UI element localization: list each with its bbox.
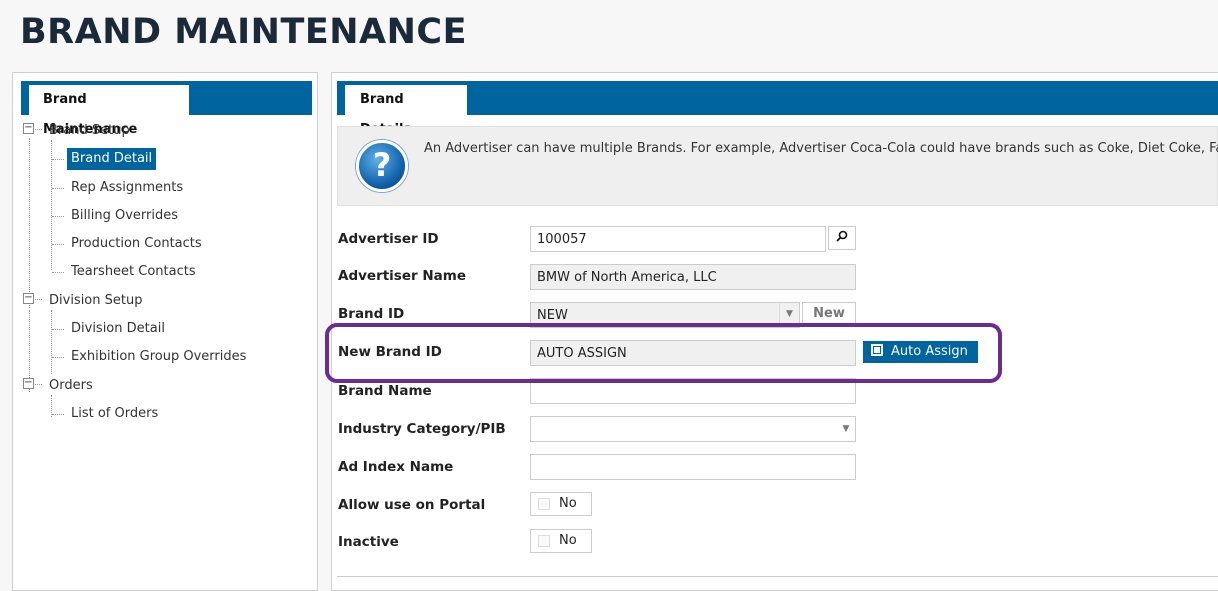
ad-index-name-input[interactable] (530, 454, 856, 480)
highlight-annotation (325, 323, 1002, 383)
tree-node-rep-assignments[interactable]: Rep Assignments (19, 177, 250, 205)
page-title: BRAND MAINTENANCE (20, 12, 468, 52)
navigation-panel: Brand Maintenance − Brand Setup Brand De… (12, 72, 318, 591)
allow-portal-label: Allow use on Portal (338, 497, 486, 513)
question-icon: ? (356, 140, 408, 192)
industry-category-label: Industry Category/PIB (338, 421, 506, 437)
collapse-icon[interactable]: − (23, 123, 42, 134)
inactive-toggle[interactable]: No (530, 529, 592, 553)
search-icon (836, 230, 848, 242)
inactive-value: No (559, 533, 577, 548)
checkbox[interactable] (538, 498, 550, 510)
nav-tree: − Brand Setup Brand Detail Rep Assignmen… (19, 120, 250, 431)
tree-node-production-contacts[interactable]: Production Contacts (19, 233, 250, 261)
tree-node-tearsheet-contacts[interactable]: Tearsheet Contacts (19, 261, 250, 289)
tree-node-brand-detail[interactable]: Brand Detail (19, 148, 250, 176)
tree-node-exhibition-group-overrides[interactable]: Exhibition Group Overrides (19, 346, 250, 374)
tree-node-brand-setup[interactable]: − Brand Setup (19, 120, 250, 148)
tree-node-division-setup[interactable]: − Division Setup (19, 290, 250, 318)
tree-node-billing-overrides[interactable]: Billing Overrides (19, 205, 250, 233)
details-panel-header: Brand Details (337, 81, 1218, 137)
industry-category-select[interactable] (530, 416, 856, 442)
tab-brand-maintenance[interactable]: Brand Maintenance (29, 85, 189, 137)
inactive-label: Inactive (338, 534, 399, 550)
allow-portal-value: No (559, 496, 577, 511)
advertiser-name-label: Advertiser Name (338, 268, 466, 284)
collapse-icon[interactable]: − (23, 377, 42, 389)
brand-name-label: Brand Name (338, 383, 432, 399)
ad-index-name-label: Ad Index Name (338, 459, 454, 475)
collapse-icon[interactable]: − (23, 292, 42, 304)
tree-node-list-of-orders[interactable]: List of Orders (19, 403, 250, 431)
tree-node-orders[interactable]: − Orders (19, 375, 250, 403)
nav-panel-header: Brand Maintenance (21, 81, 312, 137)
info-box: ? An Advertiser can have multiple Brands… (337, 126, 1218, 206)
advertiser-name-field: BMW of North America, LLC (530, 264, 856, 290)
advertiser-id-input[interactable]: 100057 (530, 226, 826, 252)
divider (337, 576, 1218, 577)
checkbox[interactable] (538, 535, 550, 547)
advertiser-lookup-button[interactable] (828, 226, 856, 250)
tab-brand-details[interactable]: Brand Details (345, 85, 467, 137)
info-text: An Advertiser can have multiple Brands. … (424, 141, 1218, 156)
advertiser-id-label: Advertiser ID (338, 231, 439, 247)
brand-id-label: Brand ID (338, 306, 405, 322)
tree-node-division-detail[interactable]: Division Detail (19, 318, 250, 346)
chevron-down-icon[interactable]: ▼ (836, 417, 856, 441)
allow-portal-toggle[interactable]: No (530, 492, 592, 516)
